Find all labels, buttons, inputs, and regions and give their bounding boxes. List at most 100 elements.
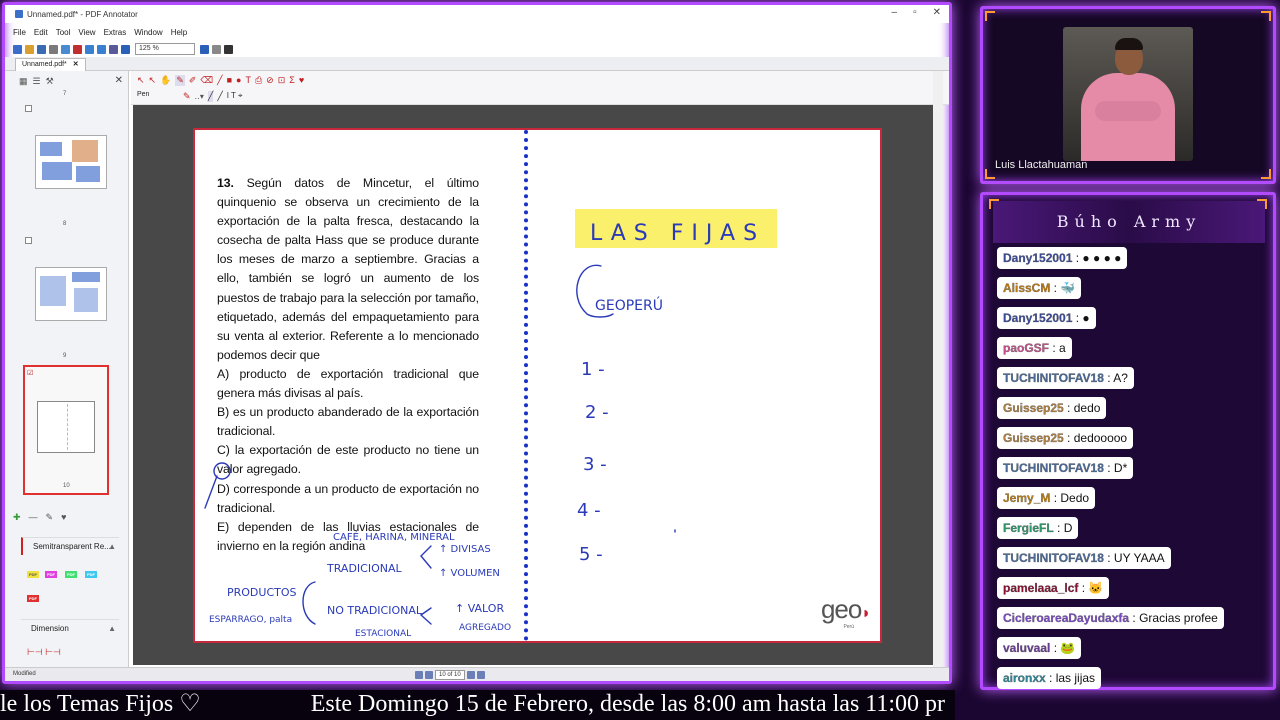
close-icon[interactable]: ✕ xyxy=(933,7,941,18)
last-page-icon[interactable] xyxy=(476,670,485,679)
print-icon[interactable] xyxy=(49,44,58,54)
chat-username[interactable]: TUCHINITOFAV18 xyxy=(1003,551,1104,565)
close-sidebar-icon[interactable]: ✕ xyxy=(115,75,123,86)
add-icon[interactable]: ✚ xyxy=(13,512,21,523)
pdf-stamp-icon[interactable]: PDF xyxy=(85,571,97,578)
tools-icon[interactable]: ⚒ xyxy=(46,76,54,87)
page-thumbnail-10-selected[interactable]: ☑ 10 xyxy=(23,365,109,495)
menu-extras[interactable]: Extras xyxy=(104,28,127,37)
chat-username[interactable]: Guissep25 xyxy=(1003,431,1064,445)
handwriting-layer[interactable]: LAS FIJAS GEOPERÚ 1 - 2 - 3 - 4 - 5 - CA… xyxy=(195,130,880,641)
zoom-in-icon[interactable] xyxy=(200,44,209,54)
chat-username[interactable]: paoGSF xyxy=(1003,341,1049,355)
line-style-icon[interactable]: ‥▾ xyxy=(195,92,204,101)
collapse-icon[interactable]: ▲ xyxy=(108,620,116,638)
maximize-icon[interactable]: ▫ xyxy=(913,7,917,18)
chat-username[interactable]: AlissCM xyxy=(1003,281,1051,295)
menu-tool[interactable]: Tool xyxy=(56,28,71,37)
opacity-icon[interactable]: ╱ xyxy=(217,91,222,102)
chat-username[interactable]: TUCHINITOFAV18 xyxy=(1003,461,1104,475)
presenter-hair xyxy=(1115,38,1143,50)
chat-username[interactable]: Dany152001 xyxy=(1003,251,1073,265)
minimize-icon[interactable]: – xyxy=(892,7,898,18)
link-icon[interactable]: ⊘ xyxy=(266,75,274,86)
sidebar-section-dimension[interactable]: Dimension ▲ xyxy=(21,619,119,637)
delete-icon[interactable] xyxy=(73,44,82,54)
open-icon[interactable] xyxy=(25,44,34,54)
pdf-page[interactable]: 13. Según datos de Mincetur, el último q… xyxy=(193,128,882,643)
menu-window[interactable]: Window xyxy=(134,28,162,37)
save-icon[interactable] xyxy=(37,44,46,54)
page-checkbox[interactable] xyxy=(25,105,32,112)
view-mode-icon[interactable]: ▦ xyxy=(19,76,28,87)
handwritten-notes: LAS FIJAS GEOPERÚ 1 - 2 - 3 - 4 - 5 - CA… xyxy=(209,221,757,639)
chat-username[interactable]: Dany152001 xyxy=(1003,311,1073,325)
pdf-stamp-icon[interactable]: PDF xyxy=(65,571,77,578)
menu-help[interactable]: Help xyxy=(171,28,187,37)
redo-icon[interactable] xyxy=(97,44,106,54)
close-tab-icon[interactable]: ✕ xyxy=(73,61,79,68)
next-page-icon[interactable] xyxy=(466,670,475,679)
menu-edit[interactable]: Edit xyxy=(34,28,48,37)
pdf-stamp-icon[interactable]: PDF xyxy=(27,571,39,578)
chat-username[interactable]: valuvaal xyxy=(1003,641,1051,655)
chat-username[interactable]: CicleroareaDayudaxfa xyxy=(1003,611,1129,625)
menu-file[interactable]: File xyxy=(13,28,26,37)
highlighter-icon[interactable]: ✐ xyxy=(189,75,197,86)
undo-icon[interactable] xyxy=(85,44,94,54)
page-thumbnail-7[interactable] xyxy=(35,135,107,189)
zoom-input[interactable]: 125 % xyxy=(135,43,195,55)
favorite-tool-icon[interactable]: ♥ xyxy=(299,75,304,85)
hand-icon[interactable]: ✋ xyxy=(160,75,171,86)
chat-bubble: aironxx : las jijas xyxy=(997,667,1102,689)
text-icon[interactable]: T xyxy=(245,75,251,85)
pdf-stamp-icon[interactable]: PDF xyxy=(27,595,39,602)
chat-username[interactable]: aironxx xyxy=(1003,671,1046,685)
rectangle-icon[interactable]: ■ xyxy=(227,75,232,85)
prev-page-icon[interactable] xyxy=(425,670,433,679)
chat-username[interactable]: pamelaaa_lcf xyxy=(1003,581,1079,595)
fit-width-icon[interactable] xyxy=(224,44,233,54)
dimension-tool-icon[interactable]: ⊢⊣ ⊢⊣ xyxy=(27,647,61,658)
collapse-icon[interactable]: ▲ xyxy=(108,538,116,556)
chat-username[interactable]: Guissep25 xyxy=(1003,401,1064,415)
chat-bubble: TUCHINITOFAV18 : UY YAAA xyxy=(997,547,1171,569)
eraser-icon[interactable]: ⌫ xyxy=(200,75,213,86)
select-text-icon[interactable]: ↖ xyxy=(149,75,157,86)
pdf-stamp-icon[interactable]: PDF xyxy=(45,571,57,578)
first-page-icon[interactable] xyxy=(415,670,423,679)
vertical-scrollbar[interactable] xyxy=(933,71,943,667)
hw-number-5: 5 - xyxy=(579,544,603,565)
sidebar-section-semitransparent[interactable]: Semitransparent Re... ▲ xyxy=(21,537,119,555)
line-icon[interactable]: ╱ xyxy=(217,75,222,86)
page-checkbox[interactable] xyxy=(25,237,32,244)
ellipse-icon[interactable]: ● xyxy=(236,75,241,85)
zoom-out-icon[interactable] xyxy=(121,44,130,54)
chat-username[interactable]: TUCHINITOFAV18 xyxy=(1003,371,1104,385)
remove-icon[interactable]: — xyxy=(29,512,38,522)
document-workspace[interactable]: 13. Según datos de Mincetur, el último q… xyxy=(133,105,939,665)
copy-icon[interactable] xyxy=(61,44,70,54)
list-icon[interactable]: ☰ xyxy=(33,76,41,87)
pen-icon[interactable]: ✎ xyxy=(46,512,54,523)
image-icon[interactable]: ⊡ xyxy=(278,75,286,86)
sum-icon[interactable]: Σ xyxy=(289,75,295,85)
chat-username[interactable]: Jemy_M xyxy=(1003,491,1051,505)
new-icon[interactable] xyxy=(13,44,22,54)
menu-view[interactable]: View xyxy=(78,28,95,37)
page-indicator[interactable]: 10 of 10 xyxy=(435,669,465,680)
chat-message-list: Dany152001 : ● ● ● ● AlissCM : 🐳 Dany15200… xyxy=(997,247,1267,697)
chat-bubble: Guissep25 : dedooooo xyxy=(997,427,1134,449)
pen-tool-icon[interactable]: ✎ xyxy=(175,74,185,86)
text-style-icon[interactable]: I T ⌖ xyxy=(227,91,243,101)
document-tab[interactable]: Unnamed.pdf* ✕ xyxy=(15,58,86,71)
select-icon[interactable]: ↖ xyxy=(137,75,145,86)
favorite-icon[interactable]: ♥ xyxy=(61,512,66,522)
stroke-width-icon[interactable]: ╱ xyxy=(207,90,214,102)
find-icon[interactable] xyxy=(109,44,118,54)
color-picker-icon[interactable]: ✎ xyxy=(183,91,191,102)
fit-page-icon[interactable] xyxy=(212,44,221,54)
chat-username[interactable]: FergieFL xyxy=(1003,521,1054,535)
stamp-icon[interactable]: ⎙ xyxy=(255,75,262,86)
page-thumbnail-8[interactable] xyxy=(35,267,107,321)
